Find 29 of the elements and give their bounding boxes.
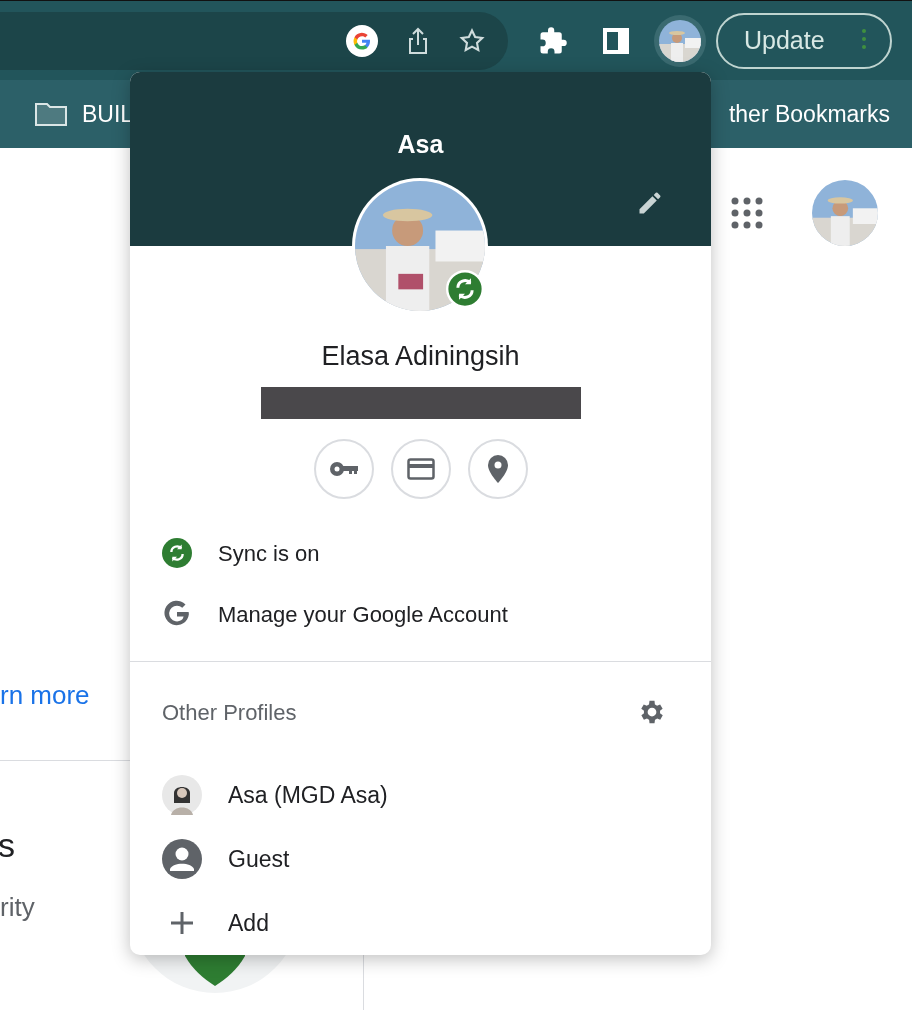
learn-more-link[interactable]: rn more — [0, 676, 90, 715]
bookmark[interactable]: ther Bookmarks — [728, 96, 890, 132]
guest-avatar-icon — [162, 839, 202, 879]
menu-item[interactable]: Manage your Google Account — [218, 597, 508, 631]
section-text: rity — [0, 891, 35, 924]
profile-item[interactable]: Guest — [228, 841, 290, 877]
sync-icon — [162, 538, 192, 568]
side-panel-icon[interactable] — [602, 26, 630, 55]
update-button[interactable]: Update — [716, 12, 892, 69]
profile-item[interactable]: Asa (MGD Asa) — [228, 777, 388, 813]
passwords-button[interactable] — [313, 438, 374, 499]
share-icon[interactable] — [406, 25, 430, 56]
profile-name: Asa — [396, 129, 445, 160]
folder-icon — [34, 101, 68, 127]
google-icon[interactable] — [346, 24, 378, 57]
bookmark[interactable]: BUIL — [82, 96, 134, 132]
section-title: Other Profiles — [162, 698, 297, 727]
payment-button[interactable] — [390, 438, 451, 499]
full-name: Elasa Adiningsih — [321, 340, 520, 373]
location-pin-icon — [487, 454, 508, 483]
key-icon — [328, 460, 359, 477]
card-icon — [406, 457, 435, 480]
menu-item[interactable]: Sync is on — [218, 536, 320, 570]
addresses-button[interactable] — [467, 438, 528, 499]
apps-icon[interactable] — [730, 196, 764, 230]
puzzle-icon[interactable] — [538, 25, 568, 56]
profile-item[interactable]: Add — [228, 905, 269, 941]
star-icon[interactable] — [458, 26, 486, 55]
profile-avatar-button[interactable] — [654, 14, 706, 67]
